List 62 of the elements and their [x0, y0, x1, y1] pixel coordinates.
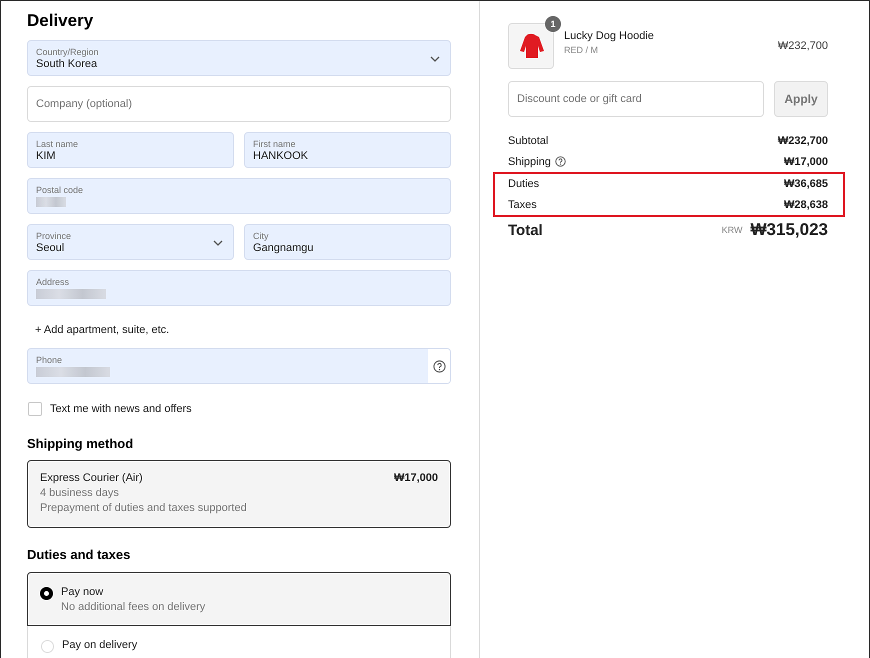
option-detail: 4 business days — [40, 487, 120, 499]
currency-code: KRW — [722, 225, 742, 235]
section-heading: Shipping method — [27, 436, 134, 451]
section-heading: Delivery — [27, 11, 94, 31]
help-icon[interactable] — [432, 360, 446, 372]
input-field[interactable]: Postal code — [27, 178, 451, 214]
option-name: Pay now — [61, 586, 104, 598]
input-field[interactable]: Address — [27, 270, 451, 306]
chevron-down-icon — [430, 56, 440, 62]
summary-value: ₩17,000 — [784, 156, 828, 168]
summary-value: ₩28,638 — [784, 198, 828, 211]
field-label: Country/Region — [36, 46, 99, 56]
field-value: South Korea — [36, 58, 98, 70]
add-address-line-link[interactable]: + Add apartment, suite, etc. — [35, 324, 451, 336]
checkbox[interactable] — [28, 402, 42, 416]
field-value: Gangnamgu — [253, 242, 314, 254]
product-name: Lucky Dog Hoodie — [564, 30, 655, 42]
total-value: ₩315,023 — [750, 220, 828, 240]
redacted-value — [36, 197, 66, 207]
field-value: HANKOOK — [253, 150, 308, 162]
summary-label: Subtotal — [508, 135, 548, 148]
field-label: Province — [36, 230, 72, 240]
field-label: Postal code — [36, 185, 84, 195]
summary-label: Taxes — [508, 198, 537, 211]
field-label: Last name — [36, 138, 78, 148]
summary-value: ₩232,700 — [778, 135, 828, 148]
product-variant: RED / M — [564, 44, 600, 54]
option-name: Pay on delivery — [62, 639, 138, 651]
payment-option[interactable]: Pay on delivery — [28, 625, 450, 658]
product-price: ₩232,700 — [778, 40, 828, 52]
field-label: City — [253, 230, 268, 240]
shipping-option[interactable]: Express Courier (Air) 4 business days Prepayment of duties and taxes supported ₩17,000 — [27, 460, 451, 528]
checkbox-label: Text me with news and offers — [50, 403, 192, 415]
hoodie-icon — [517, 33, 545, 59]
option-price: ₩17,000 — [394, 472, 438, 486]
input-field[interactable]: City Gangnamgu — [244, 224, 451, 260]
help-icon[interactable] — [554, 156, 566, 168]
field-value: Seoul — [36, 242, 64, 254]
apply-button[interactable]: Apply — [774, 81, 828, 117]
summary-value: ₩36,685 — [784, 178, 828, 190]
quantity-badge: 1 — [545, 16, 561, 32]
radio-button[interactable] — [40, 587, 53, 600]
redacted-value — [36, 289, 106, 299]
summary-label: Shipping — [508, 156, 551, 168]
select-field[interactable]: Province Seoul — [27, 224, 234, 260]
field-label: Address — [36, 277, 70, 287]
chevron-down-icon — [213, 240, 223, 246]
phone-field[interactable]: Phone — [27, 348, 451, 384]
option-detail: Prepayment of duties and taxes supported — [40, 502, 247, 514]
field-value: KIM — [36, 150, 56, 162]
payment-option[interactable]: Pay now No additional fees on delivery — [27, 572, 451, 626]
input-field[interactable]: Company (optional) — [27, 86, 451, 122]
discount-code-field[interactable]: Discount code or gift card — [508, 81, 764, 117]
section-heading: Duties and taxes — [27, 547, 132, 562]
input-field[interactable]: First name HANKOOK — [244, 132, 451, 168]
field-label: First name — [253, 138, 296, 148]
select-field[interactable]: Country/Region South Korea — [27, 40, 451, 76]
option-name: Express Courier (Air) — [40, 472, 144, 484]
total-label: Total — [508, 222, 543, 238]
input-field[interactable]: Last name KIM — [27, 132, 234, 168]
summary-label: Duties — [508, 178, 540, 190]
option-detail: No additional fees on delivery — [61, 601, 206, 613]
